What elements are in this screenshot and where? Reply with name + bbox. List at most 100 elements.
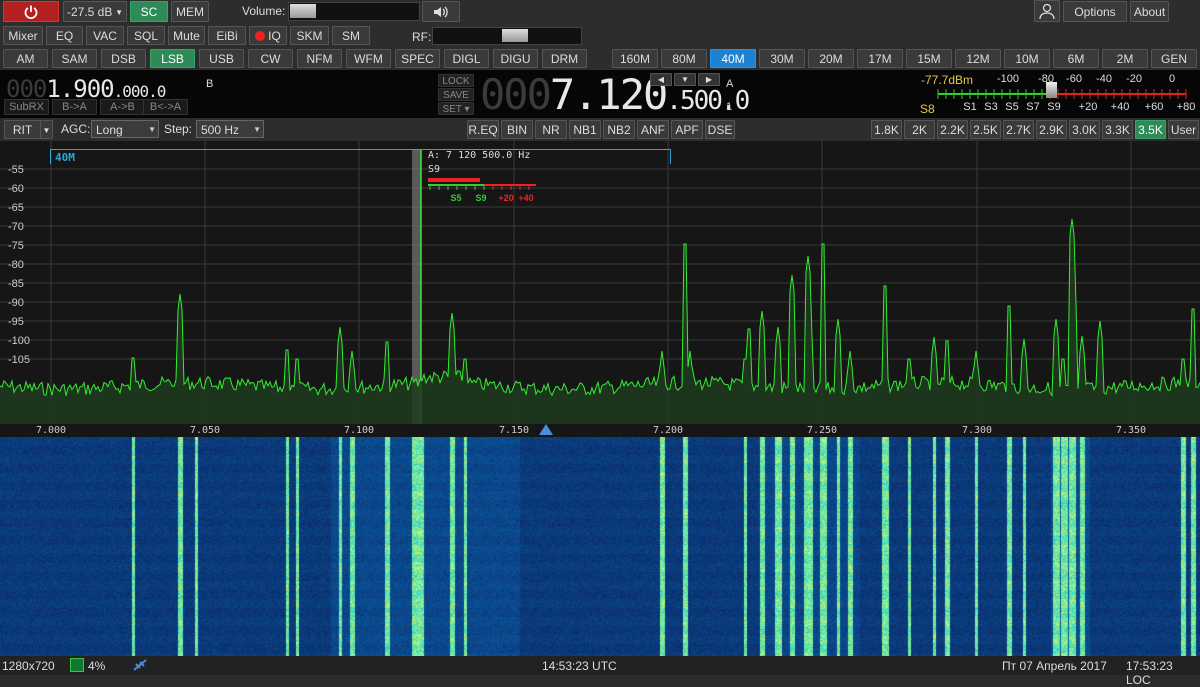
mode-dsb-button[interactable]: DSB	[101, 49, 146, 68]
x-tick-label: 7.300	[961, 425, 993, 436]
sub-rx-b-a-button[interactable]: B<->A	[143, 99, 188, 115]
rit-dropdown[interactable]: ▼	[40, 120, 53, 139]
band-17m-button[interactable]: 17M	[857, 49, 903, 68]
about-button[interactable]: About	[1130, 1, 1169, 22]
mode-digl-button[interactable]: DIGL	[444, 49, 489, 68]
step-right-button[interactable]: ▶	[698, 73, 720, 86]
filter-2-9k-button[interactable]: 2.9K	[1036, 120, 1067, 139]
toolbar-sm-button[interactable]: SM	[332, 26, 370, 45]
dsp-apf-button[interactable]: APF	[671, 120, 703, 139]
local-time: 17:53:23 LOC	[1126, 659, 1173, 687]
filter-3-5k-button[interactable]: 3.5K	[1135, 120, 1166, 139]
options-button[interactable]: Options	[1063, 1, 1127, 22]
sub-rx-b-a-button[interactable]: B->A	[52, 99, 97, 115]
agc-select[interactable]: Long ▼	[91, 120, 159, 138]
mode-nfm-button[interactable]: NFM	[297, 49, 342, 68]
frequency-axis[interactable]: 7.000 7.050 7.100 7.150 7.200 7.250 7.300 7.350	[0, 424, 1200, 437]
user-button[interactable]	[1034, 0, 1060, 22]
step-left-button[interactable]: ◀	[650, 73, 672, 86]
s-scale-label: S5	[1005, 101, 1019, 113]
s-scale-label: S7	[1026, 101, 1040, 113]
sub-rx-subrx-button[interactable]: SubRX	[4, 99, 49, 115]
db-scale-label: -20	[1126, 73, 1142, 85]
toolbar-mixer-button[interactable]: Mixer	[3, 26, 43, 45]
power-button[interactable]	[3, 1, 59, 22]
agc-label: AGC:	[61, 122, 91, 136]
s-scale-label: +40	[1110, 101, 1130, 113]
band-80m-button[interactable]: 80M	[661, 49, 707, 68]
mode-wfm-button[interactable]: WFM	[346, 49, 391, 68]
band-20m-button[interactable]: 20M	[808, 49, 854, 68]
mode-drm-button[interactable]: DRM	[542, 49, 587, 68]
filter-2-2k-button[interactable]: 2.2K	[937, 120, 968, 139]
step-down-button[interactable]: ▼	[674, 73, 696, 86]
toolbar-skm-button[interactable]: SKM	[290, 26, 329, 45]
dsp-r-eq-button[interactable]: R.EQ	[467, 120, 499, 139]
y-tick-label: -100	[8, 335, 30, 347]
x-tick-label: 7.150	[498, 425, 530, 436]
sub-rx-a-b-button[interactable]: A->B	[100, 99, 145, 115]
toolbar-iq-button[interactable]: IQ	[249, 26, 287, 45]
dsp-nr-button[interactable]: NR	[535, 120, 567, 139]
s-scale-label: +20	[1078, 101, 1098, 113]
db-scale-label: -80	[1038, 73, 1054, 85]
toolbar-mute-button[interactable]: Mute	[168, 26, 205, 45]
waterfall-display[interactable]	[0, 437, 1200, 656]
sc-button[interactable]: SC	[130, 1, 168, 22]
mode-lsb-button[interactable]: LSB	[150, 49, 195, 68]
mode-usb-button[interactable]: USB	[199, 49, 244, 68]
y-tick-label: -80	[8, 259, 24, 271]
power-icon	[24, 5, 38, 19]
save-button[interactable]: SAVE	[438, 88, 474, 101]
filter-2-5k-button[interactable]: 2.5K	[970, 120, 1001, 139]
toolbar-eq-button[interactable]: EQ	[46, 26, 83, 45]
band-6m-button[interactable]: 6M	[1053, 49, 1099, 68]
mode-spec-button[interactable]: SPEC	[395, 49, 440, 68]
dsp-bin-button[interactable]: BIN	[501, 120, 533, 139]
filter-2k-button[interactable]: 2K	[904, 120, 935, 139]
y-tick-label: -90	[8, 297, 24, 309]
lock-button[interactable]: LOCK	[438, 74, 474, 87]
step-select[interactable]: 500 Hz ▼	[196, 120, 264, 138]
rf-slider-handle[interactable]	[502, 29, 528, 42]
band-30m-button[interactable]: 30M	[759, 49, 805, 68]
mode-digu-button[interactable]: DIGU	[493, 49, 538, 68]
band-12m-button[interactable]: 12M	[955, 49, 1001, 68]
mode-sam-button[interactable]: SAM	[52, 49, 97, 68]
speaker-button[interactable]	[422, 1, 460, 22]
dsp-nb2-button[interactable]: NB2	[603, 120, 635, 139]
frequency-panel: 0001.900.000.0 B LOCK SAVE SET ▾ 0007.12…	[0, 70, 1200, 118]
band-15m-button[interactable]: 15M	[906, 49, 952, 68]
band-gen-button[interactable]: GEN	[1151, 49, 1197, 68]
y-tick-label: -85	[8, 278, 24, 290]
dsp-nb1-button[interactable]: NB1	[569, 120, 601, 139]
mem-button[interactable]: MEM	[171, 1, 209, 22]
band-40m-button[interactable]: 40M	[710, 49, 756, 68]
main-freq-small: .500.0	[666, 86, 750, 116]
x-tick-label: 7.350	[1115, 425, 1147, 436]
volume-slider[interactable]	[288, 2, 420, 21]
filter-3-3k-button[interactable]: 3.3K	[1102, 120, 1133, 139]
mode-cw-button[interactable]: CW	[248, 49, 293, 68]
level-dropdown[interactable]: -27.5 dB ▼	[63, 1, 127, 22]
toolbar-vac-button[interactable]: VAC	[86, 26, 124, 45]
filter-2-7k-button[interactable]: 2.7K	[1003, 120, 1034, 139]
filter-user-button[interactable]: User	[1168, 120, 1199, 139]
mode-am-button[interactable]: AM	[3, 49, 48, 68]
band-10m-button[interactable]: 10M	[1004, 49, 1050, 68]
toolbar-sql-button[interactable]: SQL	[127, 26, 165, 45]
rf-slider[interactable]	[432, 27, 582, 45]
set-button[interactable]: SET ▾	[438, 102, 474, 115]
chevron-down-icon: ▼	[253, 125, 261, 134]
rit-button[interactable]: RIT	[4, 120, 41, 139]
spectrum-display[interactable]: -55 -60 -65 -70 -75 -80 -85 -90 -95 -100 -105 40M …	[0, 141, 1200, 424]
volume-slider-handle[interactable]	[290, 4, 316, 18]
dsp-dse-button[interactable]: DSE	[705, 120, 735, 139]
band-160m-button[interactable]: 160M	[612, 49, 658, 68]
filter-1-8k-button[interactable]: 1.8K	[871, 120, 902, 139]
filter-3-0k-button[interactable]: 3.0K	[1069, 120, 1100, 139]
toolbar-eibi-button[interactable]: EiBi	[208, 26, 246, 45]
db-scale-label: 0	[1168, 73, 1176, 85]
dsp-anf-button[interactable]: ANF	[637, 120, 669, 139]
band-2m-button[interactable]: 2M	[1102, 49, 1148, 68]
